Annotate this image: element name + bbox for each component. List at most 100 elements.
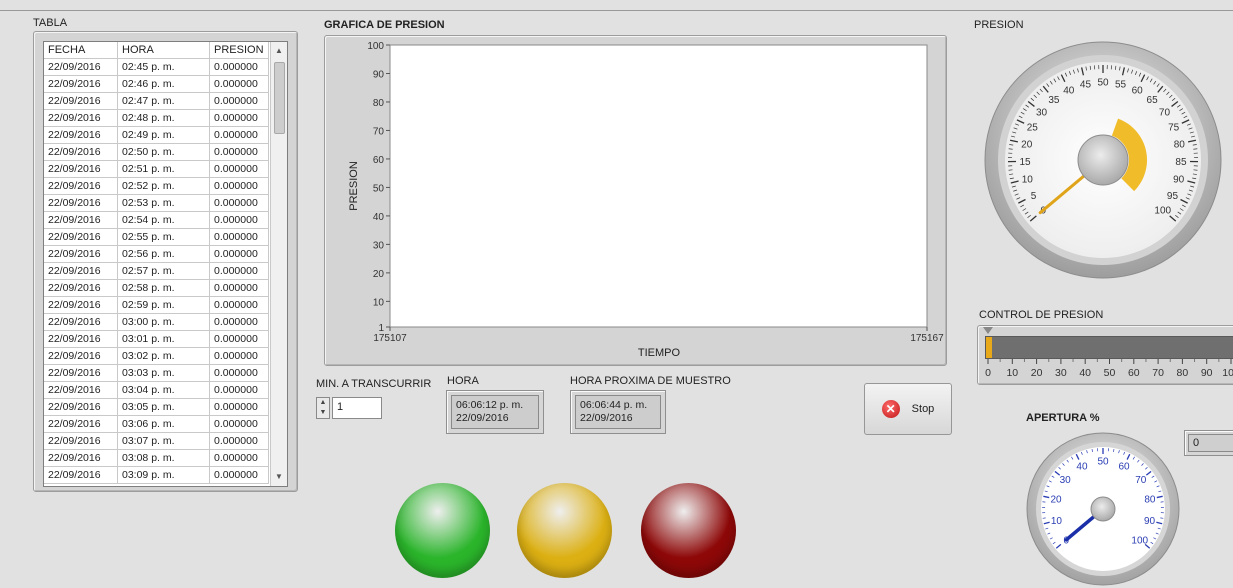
table-row[interactable]: 22/09/2016 02:52 p. m. 0.000000 [44, 178, 287, 195]
table-row[interactable]: 22/09/2016 02:57 p. m. 0.000000 [44, 263, 287, 280]
table-row[interactable]: 22/09/2016 03:06 p. m. 0.000000 [44, 416, 287, 433]
slider-tick-label: 30 [1055, 367, 1067, 379]
cell-hora: 02:46 p. m. [118, 76, 210, 93]
table-row[interactable]: 22/09/2016 03:00 p. m. 0.000000 [44, 314, 287, 331]
table-row[interactable]: 22/09/2016 02:55 p. m. 0.000000 [44, 229, 287, 246]
cell-presion: 0.000000 [210, 59, 269, 76]
slider-tick-label: 90 [1201, 367, 1213, 379]
table-row[interactable]: 22/09/2016 02:48 p. m. 0.000000 [44, 110, 287, 127]
control-presion-slider[interactable] [985, 336, 1233, 359]
table-row[interactable]: 22/09/2016 02:45 p. m. 0.000000 [44, 59, 287, 76]
cell-hora: 03:06 p. m. [118, 416, 210, 433]
hora-proxima-time: 06:06:44 p. m. [580, 399, 648, 411]
cell-presion: 0.000000 [210, 195, 269, 212]
table-row[interactable]: 22/09/2016 03:02 p. m. 0.000000 [44, 348, 287, 365]
min-transcurrir-label: MIN. A TRANSCURRIR [316, 378, 432, 390]
gauge-tick-label: 90 [1173, 174, 1185, 185]
plot-area[interactable] [389, 44, 928, 328]
cell-hora: 02:47 p. m. [118, 93, 210, 110]
min-transcurrir-control: ▲ ▼ 1 [316, 397, 386, 419]
slider-tick-label: 70 [1152, 367, 1164, 379]
y-tick-label: 30 [373, 240, 385, 251]
column-header-fecha[interactable]: FECHA [44, 42, 118, 59]
table-row[interactable]: 22/09/2016 02:53 p. m. 0.000000 [44, 195, 287, 212]
table-row[interactable]: 22/09/2016 02:54 p. m. 0.000000 [44, 212, 287, 229]
stepper-up-icon[interactable]: ▲ [317, 398, 329, 408]
cell-hora: 03:01 p. m. [118, 331, 210, 348]
apertura-gauge[interactable]: 0102030405060708090100 [1022, 430, 1184, 588]
scroll-down-arrow-icon[interactable]: ▼ [271, 470, 287, 484]
table-row[interactable]: 22/09/2016 03:03 p. m. 0.000000 [44, 365, 287, 382]
cell-hora: 02:53 p. m. [118, 195, 210, 212]
slider-tick-label: 60 [1128, 367, 1140, 379]
table-row[interactable]: 22/09/2016 03:05 p. m. 0.000000 [44, 399, 287, 416]
slider-fill [986, 337, 992, 358]
table-scrollbar[interactable]: ▲ ▼ [270, 42, 287, 486]
gauge-tick-label: 80 [1174, 139, 1186, 150]
cell-presion: 0.000000 [210, 127, 269, 144]
table-row[interactable]: 22/09/2016 03:01 p. m. 0.000000 [44, 331, 287, 348]
min-transcurrir-input[interactable]: 1 [332, 397, 382, 419]
chart-frame: 1 10 20 30 40 50 60 70 80 90 100 175107 175167 TIEM… [324, 35, 947, 366]
column-header-presion[interactable]: PRESION [210, 42, 269, 59]
cell-presion: 0.000000 [210, 178, 269, 195]
cell-fecha: 22/09/2016 [44, 144, 118, 161]
gauge-tick-label: 75 [1168, 123, 1180, 134]
table-body: 22/09/2016 02:45 p. m. 0.000000 22/09/2016 0… [44, 59, 287, 484]
table-row[interactable]: 22/09/2016 02:56 p. m. 0.000000 [44, 246, 287, 263]
gauge-tick-label: 5 [1031, 191, 1037, 202]
top-divider [0, 10, 1233, 11]
column-header-hora[interactable]: HORA [118, 42, 210, 59]
cell-presion: 0.000000 [210, 467, 269, 484]
stepper-arrows[interactable]: ▲ ▼ [316, 397, 330, 419]
y-axis-label: PRESION [348, 161, 360, 211]
presion-gauge[interactable]: 0510152025303540455055606570758085909510… [972, 40, 1233, 302]
gauge-hub [1077, 134, 1129, 186]
chart-label: GRAFICA DE PRESION [324, 19, 445, 31]
stepper-down-icon[interactable]: ▼ [317, 408, 329, 418]
gauge-tick-label: 60 [1118, 461, 1130, 472]
slider-thumb-icon[interactable] [983, 327, 993, 334]
cell-hora: 03:07 p. m. [118, 433, 210, 450]
cell-hora: 03:00 p. m. [118, 314, 210, 331]
stop-label: Stop [911, 403, 935, 415]
cell-presion: 0.000000 [210, 433, 269, 450]
table-row[interactable]: 22/09/2016 03:07 p. m. 0.000000 [44, 433, 287, 450]
cell-fecha: 22/09/2016 [44, 178, 118, 195]
pressure-chart[interactable]: 1102030405060708090100 175107 175167 TIEM… [325, 36, 946, 365]
gauge-tick-label: 15 [1019, 157, 1031, 168]
gauge-tick-label: 35 [1048, 95, 1060, 106]
stop-x-icon: ✕ [881, 400, 900, 418]
slider-tick-label: 50 [1104, 367, 1116, 379]
table-row[interactable]: 22/09/2016 02:47 p. m. 0.000000 [44, 93, 287, 110]
gauge-tick-label: 80 [1144, 495, 1156, 506]
scroll-thumb[interactable] [274, 62, 285, 134]
table-row[interactable]: 22/09/2016 02:46 p. m. 0.000000 [44, 76, 287, 93]
cell-hora: 02:45 p. m. [118, 59, 210, 76]
table-row[interactable]: 22/09/2016 03:08 p. m. 0.000000 [44, 450, 287, 467]
scroll-up-arrow-icon[interactable]: ▲ [271, 44, 287, 58]
stop-button[interactable]: ✕ Stop [864, 383, 952, 435]
table-row[interactable]: 22/09/2016 02:59 p. m. 0.000000 [44, 297, 287, 314]
slider-tick-label: 20 [1031, 367, 1043, 379]
gauge-tick-label: 85 [1175, 157, 1187, 168]
cell-presion: 0.000000 [210, 314, 269, 331]
gauge-tick-label: 55 [1115, 79, 1127, 90]
cell-presion: 0.000000 [210, 246, 269, 263]
table-row[interactable]: 22/09/2016 02:58 p. m. 0.000000 [44, 280, 287, 297]
table-row[interactable]: 22/09/2016 03:04 p. m. 0.000000 [44, 382, 287, 399]
gauge-tick-label: 70 [1135, 475, 1147, 486]
data-table[interactable]: FECHA HORA PRESION 22/09/2016 02:45 p. m.… [43, 41, 288, 487]
cell-fecha: 22/09/2016 [44, 195, 118, 212]
cell-fecha: 22/09/2016 [44, 433, 118, 450]
table-row[interactable]: 22/09/2016 02:49 p. m. 0.000000 [44, 127, 287, 144]
cell-fecha: 22/09/2016 [44, 212, 118, 229]
gauge-tick-label: 25 [1027, 123, 1039, 134]
table-row[interactable]: 22/09/2016 02:50 p. m. 0.000000 [44, 144, 287, 161]
cell-presion: 0.000000 [210, 212, 269, 229]
slider-tick-label: 100 [1222, 367, 1233, 379]
cell-presion: 0.000000 [210, 399, 269, 416]
cell-hora: 03:03 p. m. [118, 365, 210, 382]
table-row[interactable]: 22/09/2016 02:51 p. m. 0.000000 [44, 161, 287, 178]
table-row[interactable]: 22/09/2016 03:09 p. m. 0.000000 [44, 467, 287, 484]
